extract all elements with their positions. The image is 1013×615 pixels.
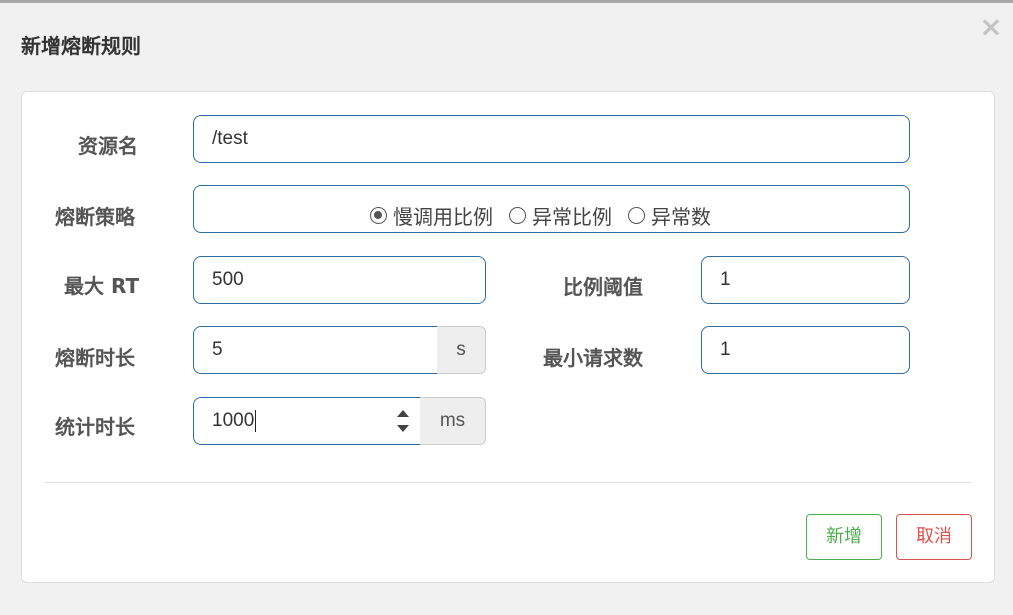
resource-label: 资源名 (78, 134, 138, 158)
stat-duration-input[interactable]: 1000 (193, 397, 421, 445)
max-rt-input[interactable]: 500 (193, 256, 486, 304)
footer-divider (45, 482, 971, 483)
window-top-border (0, 0, 1013, 3)
dialog-title: 新增熔断规则 (21, 34, 141, 58)
spinner-down-icon[interactable] (397, 425, 409, 432)
stat-duration-unit: ms (420, 397, 486, 445)
resource-input[interactable]: /test (193, 115, 910, 163)
radio-label: 异常比例 (532, 205, 612, 229)
cancel-button[interactable]: 取消 (896, 514, 972, 560)
text-cursor (255, 409, 257, 432)
close-icon[interactable]: × (978, 13, 1004, 41)
stat-duration-value: 1000 (212, 410, 255, 431)
spinner-up-icon[interactable] (397, 410, 409, 417)
strategy-label: 熔断策略 (55, 205, 135, 229)
min-requests-label: 最小请求数 (543, 346, 643, 370)
radio-error-ratio[interactable]: 异常比例 (509, 201, 612, 230)
radio-unchecked-icon[interactable] (509, 207, 526, 224)
radio-label: 异常数 (651, 205, 711, 229)
radio-unchecked-icon[interactable] (628, 207, 645, 224)
add-button[interactable]: 新增 (806, 514, 882, 560)
ratio-threshold-label: 比例阈值 (563, 275, 643, 299)
strategy-radio-group: 慢调用比例 异常比例 异常数 (193, 185, 910, 233)
ratio-threshold-input[interactable]: 1 (701, 256, 910, 304)
radio-slow-call-ratio[interactable]: 慢调用比例 (370, 201, 493, 230)
stat-duration-label: 统计时长 (55, 415, 135, 439)
break-duration-label: 熔断时长 (55, 346, 135, 370)
break-duration-unit: s (437, 326, 486, 374)
break-duration-input[interactable]: 5 (193, 326, 438, 374)
radio-checked-icon[interactable] (370, 207, 387, 224)
max-rt-label: 最大 RT (64, 274, 140, 298)
min-requests-input[interactable]: 1 (701, 326, 910, 374)
number-spinner-icon[interactable] (396, 410, 410, 432)
form-panel: 资源名 /test 熔断策略 慢调用比例 异常比例 异常数 最大 RT 500 … (21, 91, 995, 583)
radio-error-count[interactable]: 异常数 (628, 201, 711, 230)
radio-label: 慢调用比例 (393, 205, 493, 229)
